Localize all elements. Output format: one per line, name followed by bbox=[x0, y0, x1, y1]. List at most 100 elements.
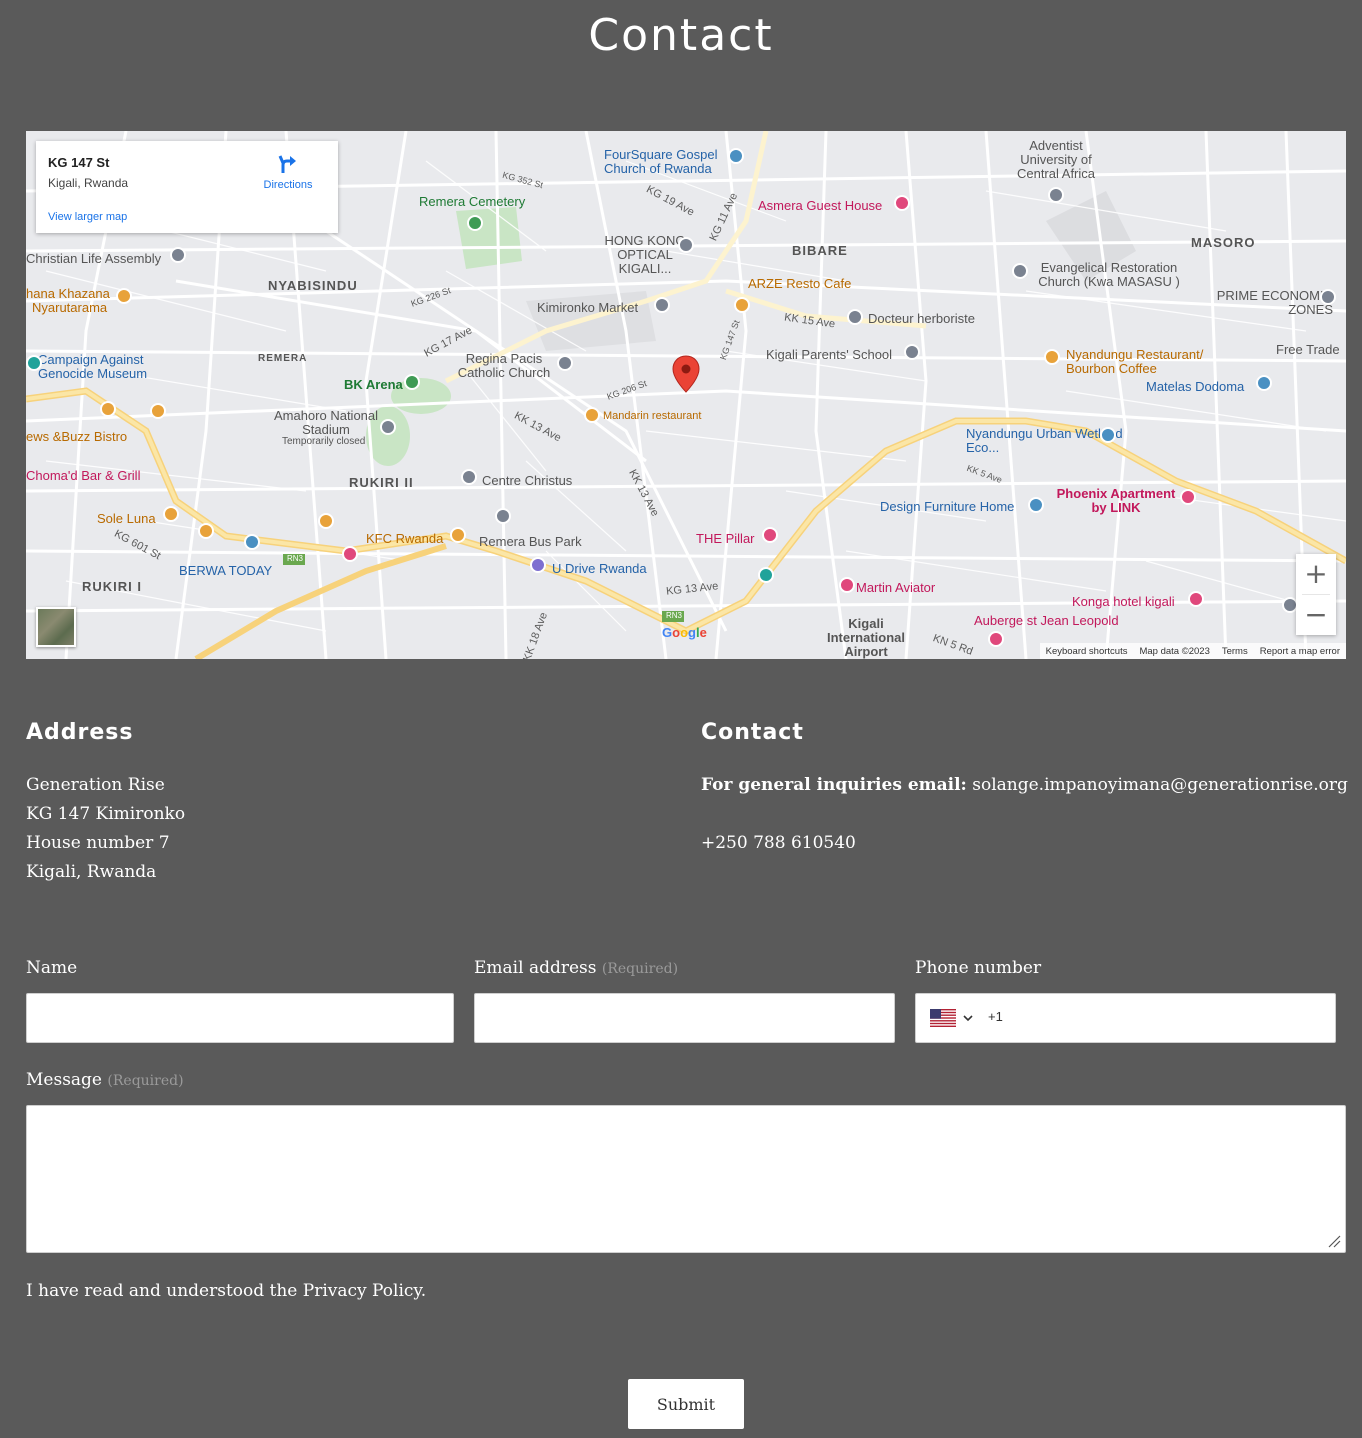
map-poi-label: Mandarin restaurant bbox=[603, 410, 702, 422]
resize-handle-icon[interactable] bbox=[1327, 1234, 1341, 1248]
email-label: Email address (Required) bbox=[474, 958, 678, 978]
map-data-attribution: Map data ©2023 bbox=[1139, 645, 1210, 657]
map-poi-label: THE Pillar bbox=[696, 531, 755, 546]
view-larger-map-link[interactable]: View larger map bbox=[48, 211, 127, 223]
map-poi-label: Remera Cemetery bbox=[419, 194, 526, 209]
contact-block: For general inquiries email: solange.imp… bbox=[701, 771, 1348, 858]
map-poi-label: Campaign Against Genocide Museum bbox=[38, 352, 148, 381]
car-rental-marker-icon[interactable] bbox=[530, 557, 546, 573]
message-label-text: Message bbox=[26, 1070, 102, 1090]
map-poi-label: Konga hotel kigali bbox=[1072, 594, 1175, 609]
required-tag: (Required) bbox=[601, 961, 679, 977]
phone-country-code: +1 bbox=[988, 1009, 1003, 1024]
phone-field[interactable]: +1 bbox=[915, 993, 1336, 1043]
embedded-map[interactable]: RN3 RN3 NYABISINDU BIBARE MASORO REMERA … bbox=[26, 131, 1346, 659]
church-marker-icon[interactable] bbox=[461, 469, 477, 485]
map-poi-label: Sole Luna bbox=[97, 511, 156, 526]
map-poi-label: U Drive Rwanda bbox=[552, 561, 647, 576]
map-area-label: REMERA bbox=[258, 353, 308, 364]
zoom-out-button[interactable]: − bbox=[1296, 595, 1336, 635]
submit-button[interactable]: Submit bbox=[628, 1379, 744, 1429]
hotel-marker-icon[interactable] bbox=[988, 631, 1004, 647]
map-poi-label: Matelas Dodoma bbox=[1146, 379, 1245, 394]
location-pin-icon[interactable] bbox=[672, 355, 700, 393]
phone-number: +250 788 610540 bbox=[701, 833, 856, 853]
park-marker-icon[interactable] bbox=[1100, 427, 1116, 443]
shop-marker-icon[interactable] bbox=[678, 237, 694, 253]
school-marker-icon[interactable] bbox=[1048, 187, 1064, 203]
directions-button[interactable]: Directions bbox=[258, 153, 318, 191]
map-poi-label: ews &Buzz Bistro bbox=[26, 429, 128, 444]
map-area-label: RUKIRI I bbox=[82, 579, 142, 594]
shop-marker-icon[interactable] bbox=[1320, 289, 1336, 305]
hotel-marker-icon[interactable] bbox=[894, 195, 910, 211]
map-place-card: KG 147 St Kigali, Rwanda View larger map… bbox=[36, 141, 338, 233]
hotel-marker-icon[interactable] bbox=[839, 577, 855, 593]
hotel-marker-icon[interactable] bbox=[762, 527, 778, 543]
restaurant-marker-icon[interactable] bbox=[1044, 349, 1060, 365]
bus-station-marker-icon[interactable] bbox=[495, 508, 511, 524]
cafe-marker-icon[interactable] bbox=[150, 403, 166, 419]
shop-marker-icon[interactable] bbox=[1256, 375, 1272, 391]
hotel-marker-icon[interactable] bbox=[1180, 489, 1196, 505]
email-input[interactable] bbox=[474, 993, 895, 1043]
map-poi-label: Adventist University of Central Africa bbox=[1016, 138, 1096, 181]
consent-suffix: . bbox=[420, 1281, 427, 1301]
required-tag: (Required) bbox=[107, 1073, 184, 1089]
report-map-error-link[interactable]: Report a map error bbox=[1260, 646, 1340, 657]
restaurant-marker-icon[interactable] bbox=[318, 513, 334, 529]
satellite-layer-toggle[interactable] bbox=[36, 607, 76, 647]
map-poi-label: Kigali Parents' School bbox=[766, 347, 893, 362]
map-poi-label: Amahoro National Stadium bbox=[273, 408, 379, 437]
map-poi-label: PRIME ECONOMIC ZONES bbox=[1216, 288, 1333, 317]
shop-marker-icon[interactable] bbox=[244, 534, 260, 550]
consent-text: I have read and understood the bbox=[26, 1281, 298, 1301]
map-poi-label: KFC Rwanda bbox=[366, 531, 444, 546]
restaurant-marker-icon[interactable] bbox=[198, 523, 214, 539]
shop-marker-icon[interactable] bbox=[654, 297, 670, 313]
church-marker-icon[interactable] bbox=[728, 148, 744, 164]
shop-marker-icon[interactable] bbox=[1028, 497, 1044, 513]
restaurant-marker-icon[interactable] bbox=[584, 407, 600, 423]
museum-marker-icon[interactable] bbox=[26, 355, 42, 371]
name-input[interactable] bbox=[26, 993, 454, 1043]
shop-marker-icon[interactable] bbox=[847, 309, 863, 325]
map-poi-label: Free Trade bbox=[1276, 342, 1340, 357]
stadium-marker-icon[interactable] bbox=[380, 419, 396, 435]
directions-icon bbox=[278, 155, 296, 173]
map-poi-label: Asmera Guest House bbox=[758, 198, 883, 213]
chevron-down-icon[interactable] bbox=[962, 1012, 974, 1024]
restaurant-marker-icon[interactable] bbox=[163, 506, 179, 522]
privacy-policy-link[interactable]: Privacy Policy bbox=[303, 1281, 421, 1301]
address-line: Generation Rise bbox=[26, 775, 165, 795]
email-link[interactable]: solange.impanoyimana@generationrise.org bbox=[972, 775, 1348, 795]
map-area-label: BIBARE bbox=[792, 243, 848, 258]
restaurant-marker-icon[interactable] bbox=[450, 527, 466, 543]
us-flag-icon[interactable] bbox=[930, 1009, 956, 1027]
hotel-marker-icon[interactable] bbox=[342, 546, 358, 562]
museum-marker-icon[interactable] bbox=[758, 567, 774, 583]
hotel-marker-icon[interactable] bbox=[1188, 591, 1204, 607]
church-marker-icon[interactable] bbox=[170, 247, 186, 263]
zoom-in-button[interactable]: + bbox=[1296, 554, 1336, 594]
email-prefix: For general inquiries email: bbox=[701, 775, 967, 795]
church-marker-icon[interactable] bbox=[1012, 263, 1028, 279]
map-poi-label: Design Furniture Home bbox=[880, 499, 1015, 514]
terms-link[interactable]: Terms bbox=[1222, 646, 1248, 657]
arena-marker-icon[interactable] bbox=[404, 374, 420, 390]
zoom-control: + − bbox=[1296, 554, 1336, 635]
keyboard-shortcuts-link[interactable]: Keyboard shortcuts bbox=[1046, 646, 1128, 657]
map-poi-label: Regina Pacis Catholic Church bbox=[457, 351, 551, 380]
school-marker-icon[interactable] bbox=[904, 344, 920, 360]
contact-heading: Contact bbox=[701, 720, 804, 745]
cafe-marker-icon[interactable] bbox=[100, 401, 116, 417]
email-line: For general inquiries email: solange.imp… bbox=[701, 771, 1348, 800]
message-textarea[interactable] bbox=[26, 1105, 1346, 1253]
park-marker-icon[interactable] bbox=[467, 215, 483, 231]
place-card-subtitle: Kigali, Rwanda bbox=[48, 176, 129, 190]
map-footer: Keyboard shortcuts Map data ©2023 Terms … bbox=[1039, 643, 1346, 659]
church-marker-icon[interactable] bbox=[557, 355, 573, 371]
restaurant-marker-icon[interactable] bbox=[734, 297, 750, 313]
restaurant-marker-icon[interactable] bbox=[116, 288, 132, 304]
